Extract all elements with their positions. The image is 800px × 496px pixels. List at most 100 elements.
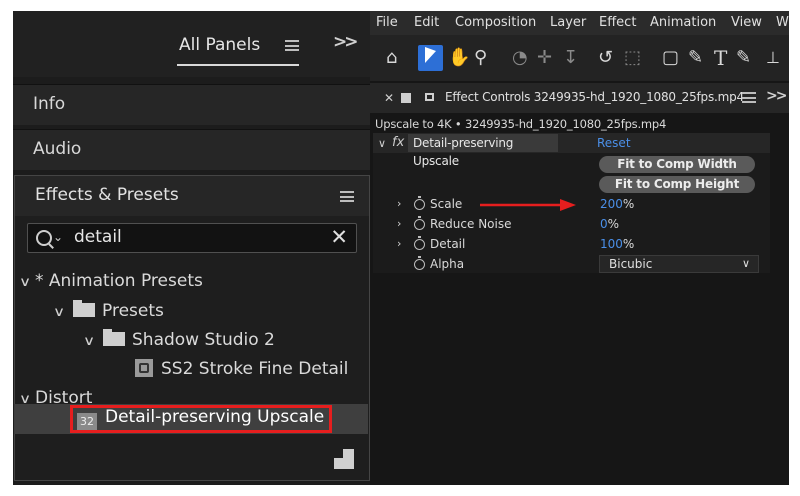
close-tab-icon[interactable]: ✕ — [384, 91, 394, 105]
prop-number[interactable]: 200 — [600, 197, 623, 211]
panels-header: All Panels >> — [13, 11, 370, 77]
tree-item-label: * Animation Presets — [35, 271, 203, 291]
tools-toolbar: ⌂ ✋ ⚲ ◔ ✛ ↧ ↺ ⬚ ▢ ✎ T ✎ ⊥ — [370, 35, 789, 81]
prop-number[interactable]: 100 — [600, 237, 623, 251]
effect-header-row[interactable]: ∨ fx Detail-preserving Upscale Reset — [373, 133, 770, 168]
search-dropdown-icon[interactable]: ⌄ — [53, 230, 63, 244]
pan-behind-icon[interactable]: ⬚ — [624, 48, 641, 68]
prop-row-reduce-noise: › Reduce Noise 0% — [373, 214, 770, 234]
stopwatch-icon[interactable] — [414, 216, 425, 230]
right-panel-column: File Edit Composition Layer Effect Anima… — [370, 11, 789, 485]
info-panel-label: Info — [33, 94, 66, 114]
menu-composition[interactable]: Composition — [455, 15, 536, 30]
fit-to-comp-height-button[interactable]: Fit to Comp Height — [599, 176, 755, 193]
fx-toggle-icon[interactable]: fx — [392, 135, 404, 150]
reset-link[interactable]: Reset — [597, 136, 631, 150]
double-chevron-right-icon[interactable]: >> — [333, 32, 358, 52]
effects-presets-header[interactable]: Effects & Presets — [15, 176, 369, 216]
menu-file[interactable]: File — [376, 15, 398, 30]
stopwatch-icon[interactable] — [414, 236, 425, 250]
new-bin-icon[interactable] — [334, 449, 354, 469]
dolly-camera-icon[interactable]: ↧ — [563, 48, 578, 68]
menu-animation[interactable]: Animation — [650, 15, 716, 30]
audio-panel-row[interactable]: Audio — [13, 129, 370, 170]
chevron-down-icon: ∨ — [741, 257, 750, 270]
chevron-down-icon[interactable]: ∨ — [378, 137, 386, 150]
double-chevron-right-icon[interactable]: >> — [766, 88, 788, 104]
selection-tool-icon[interactable] — [418, 45, 443, 71]
clear-search-icon[interactable]: ✕ — [330, 225, 348, 249]
prop-row-alpha: Alpha Bicubic ∨ — [373, 254, 770, 274]
app-window: All Panels >> Info Audio Effects & Prese… — [13, 11, 789, 485]
menu-view[interactable]: View — [731, 15, 762, 30]
orbit-camera-icon[interactable]: ◔ — [512, 48, 528, 68]
active-tab-underline — [177, 64, 299, 66]
annotation-arrow — [480, 199, 576, 211]
effects-presets-panel: Effects & Presets ⌄ detail ✕ ∨ * Animatio… — [14, 175, 370, 481]
prop-unit: % — [622, 237, 635, 251]
stopwatch-icon[interactable] — [414, 256, 425, 270]
scale-value[interactable]: 200% — [600, 197, 634, 211]
stamp-tool-icon[interactable]: ⊥ — [766, 48, 780, 68]
tree-item-ss2-stroke[interactable]: SS2 Stroke Fine Detail — [135, 359, 348, 387]
fit-to-comp-width-button[interactable]: Fit to Comp Width — [599, 156, 755, 173]
prop-label: Detail — [430, 237, 466, 251]
effects-search-input[interactable]: ⌄ detail ✕ — [27, 223, 357, 253]
rotate-tool-icon[interactable]: ↺ — [598, 48, 613, 68]
rectangle-tool-icon[interactable]: ▢ — [662, 48, 679, 68]
tree-item-label: Shadow Studio 2 — [132, 330, 275, 350]
alpha-selected-value: Bicubic — [609, 257, 653, 271]
search-value: detail — [74, 227, 122, 247]
chevron-right-icon[interactable]: › — [397, 217, 401, 230]
chevron-right-icon[interactable]: › — [397, 237, 401, 250]
tree-item-presets[interactable]: ∨ Presets — [53, 300, 164, 329]
pan-camera-icon[interactable]: ✛ — [537, 48, 552, 68]
effect-name: Detail-preserving Upscale — [408, 134, 558, 168]
prop-unit: % — [607, 217, 620, 231]
folder-icon — [103, 329, 125, 346]
prop-unit: % — [622, 197, 635, 211]
prop-number[interactable]: 0 — [600, 217, 608, 231]
tab-menu-icon[interactable] — [742, 92, 756, 103]
tree-item-animation-presets[interactable]: ∨ * Animation Presets — [19, 271, 203, 299]
info-panel-row[interactable]: Info — [13, 84, 370, 125]
panels-menu-icon[interactable] — [285, 40, 299, 51]
menu-window[interactable]: W — [776, 15, 789, 30]
chevron-down-icon[interactable]: ∨ — [83, 334, 101, 349]
type-tool-icon[interactable]: T — [714, 48, 727, 68]
lock-icon[interactable] — [425, 93, 434, 101]
search-icon — [36, 230, 52, 246]
alpha-dropdown[interactable]: Bicubic ∨ — [599, 255, 759, 273]
tree-item-label: Presets — [102, 301, 164, 321]
effects-menu-icon[interactable] — [340, 191, 354, 202]
menu-layer[interactable]: Layer — [550, 15, 586, 30]
audio-panel-label: Audio — [33, 139, 82, 159]
menu-bar: File Edit Composition Layer Effect Anima… — [370, 11, 789, 35]
panel-icon — [401, 93, 411, 103]
hand-tool-icon[interactable]: ✋ — [448, 48, 470, 68]
prop-label: Alpha — [430, 257, 465, 271]
pen-tool-icon[interactable]: ✎ — [688, 48, 703, 68]
pen-tool-icon[interactable]: ✎ — [736, 48, 751, 68]
stopwatch-icon[interactable] — [414, 196, 425, 210]
folder-icon — [73, 300, 95, 317]
effect-controls-tab[interactable]: Effect Controls 3249935-hd_1920_1080_25f… — [445, 90, 744, 104]
tree-item-shadow-studio[interactable]: ∨ Shadow Studio 2 — [83, 329, 275, 358]
menu-edit[interactable]: Edit — [414, 15, 439, 30]
home-icon[interactable]: ⌂ — [386, 48, 397, 68]
tree-item-label: SS2 Stroke Fine Detail — [161, 359, 349, 379]
zoom-tool-icon[interactable]: ⚲ — [474, 48, 487, 68]
effects-presets-title: Effects & Presets — [35, 185, 179, 205]
detail-value[interactable]: 100% — [600, 237, 634, 251]
all-panels-tab[interactable]: All Panels — [179, 35, 260, 55]
chevron-down-icon[interactable]: ∨ — [53, 305, 71, 320]
chevron-down-icon[interactable]: ∨ — [19, 275, 37, 290]
effect-controls-tab-bar: ✕ Effect Controls 3249935-hd_1920_1080_2… — [370, 83, 789, 113]
menu-effect[interactable]: Effect — [599, 15, 636, 30]
prop-row-detail: › Detail 100% — [373, 234, 770, 254]
layer-breadcrumb: Upscale to 4K • 3249935-hd_1920_1080_25f… — [375, 117, 667, 131]
annotation-highlight-box — [70, 405, 332, 433]
reduce-noise-value[interactable]: 0% — [600, 217, 619, 231]
chevron-right-icon[interactable]: › — [397, 197, 401, 210]
left-panel-column: All Panels >> Info Audio Effects & Prese… — [13, 11, 370, 485]
